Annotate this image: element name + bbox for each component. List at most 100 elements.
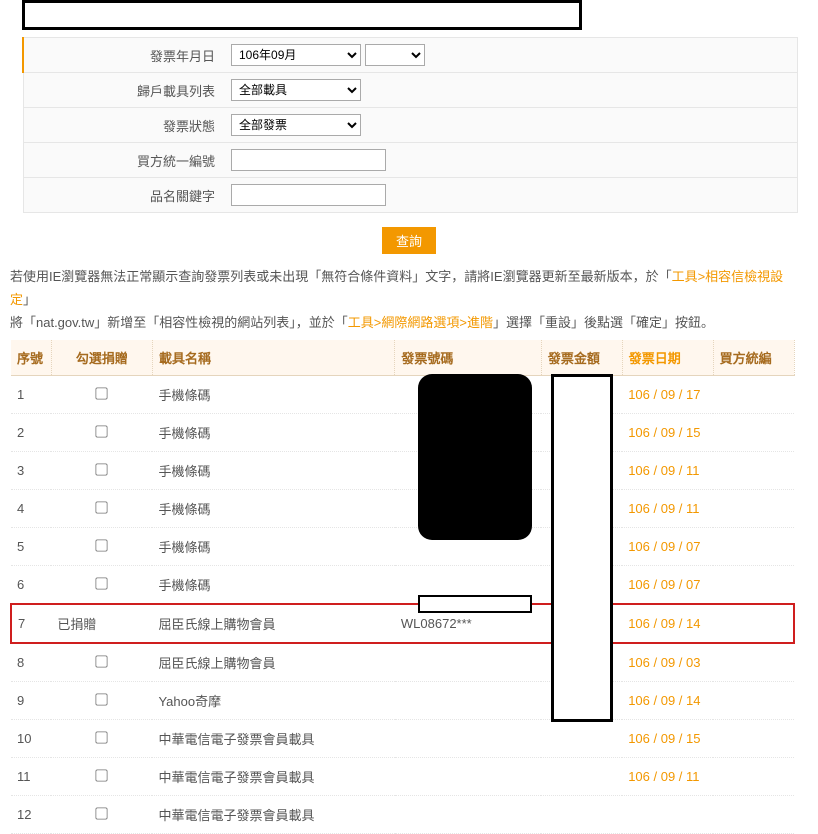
table-row: 12 中華電信電子發票會員載具 [11, 796, 794, 834]
cell-invoice-number [395, 758, 541, 796]
cell-invoice-date: 106 / 09 / 11 [622, 758, 713, 796]
cell-select [51, 490, 152, 528]
query-button[interactable]: 查詢 [382, 227, 436, 254]
table-row: 9 Yahoo奇摩 106 / 09 / 14 [11, 682, 794, 720]
cell-carrier-name: 手機條碼 [152, 566, 394, 605]
cell-invoice-date: 106 / 09 / 11 [622, 452, 713, 490]
cell-select [51, 414, 152, 452]
redacted-invoice-number-row8 [418, 595, 532, 613]
results-table: 序號 勾選捐贈 載具名稱 發票號碼 發票金額 發票日期 買方統編 1 手機條碼 10… [10, 340, 795, 834]
cell-invoice-date: 106 / 09 / 14 [622, 682, 713, 720]
donate-checkbox[interactable] [96, 577, 108, 589]
cell-invoice-amount [541, 758, 622, 796]
cell-invoice-amount [541, 720, 622, 758]
cell-carrier-name: 手機條碼 [152, 452, 394, 490]
donate-checkbox[interactable] [96, 655, 108, 667]
col-select: 勾選捐贈 [51, 340, 152, 376]
cell-seq: 12 [11, 796, 51, 834]
table-row: 6 手機條碼 106 / 09 / 07 [11, 566, 794, 605]
cell-invoice-amount [541, 796, 622, 834]
cell-invoice-date: 106 / 09 / 07 [622, 528, 713, 566]
cell-buyer-bn [713, 566, 794, 605]
cell-carrier-name: 中華電信電子發票會員載具 [152, 796, 394, 834]
col-buyer-bn: 買方統編 [713, 340, 794, 376]
donate-checkbox[interactable] [96, 539, 108, 551]
cell-carrier-name: 屈臣氏線上購物會員 [152, 643, 394, 682]
donate-checkbox[interactable] [96, 501, 108, 513]
cell-buyer-bn [713, 720, 794, 758]
label-buyer-bn: 買方統一編號 [23, 143, 223, 178]
label-product-keyword: 品名關鍵字 [23, 178, 223, 213]
donate-checkbox[interactable] [96, 425, 108, 437]
cell-select [51, 758, 152, 796]
cell-seq: 5 [11, 528, 51, 566]
table-row: 7已捐贈屈臣氏線上購物會員WL08672***106 / 09 / 14 [11, 604, 794, 643]
cell-invoice-date: 106 / 09 / 17 [622, 376, 713, 414]
table-row: 1 手機條碼 106 / 09 / 17 [11, 376, 794, 414]
col-invoice-amount: 發票金額 [541, 340, 622, 376]
select-day[interactable] [365, 44, 425, 66]
input-buyer-bn[interactable] [231, 149, 386, 171]
cell-buyer-bn [713, 376, 794, 414]
donate-checkbox[interactable] [96, 807, 108, 819]
donate-checkbox[interactable] [96, 387, 108, 399]
table-row: 2手機條碼106 / 09 / 15 [11, 414, 794, 452]
cell-seq: 7 [11, 604, 51, 643]
cell-select [51, 452, 152, 490]
cell-carrier-name: 手機條碼 [152, 490, 394, 528]
cell-buyer-bn [713, 796, 794, 834]
search-form: 發票年月日 106年09月 歸戶載具列表 全部載具 發票狀態 全部發票 買方統一… [22, 37, 798, 213]
cell-seq: 4 [11, 490, 51, 528]
cell-seq: 1 [11, 376, 51, 414]
col-carrier-name: 載具名稱 [152, 340, 394, 376]
col-invoice-date: 發票日期 [622, 340, 713, 376]
cell-invoice-date: 106 / 09 / 07 [622, 566, 713, 605]
cell-carrier-name: 屈臣氏線上購物會員 [152, 604, 394, 643]
table-row: 11中華電信電子發票會員載具106 / 09 / 11 [11, 758, 794, 796]
cell-invoice-date [622, 796, 713, 834]
cell-select [51, 643, 152, 682]
cell-invoice-number [395, 643, 541, 682]
cell-invoice-number [395, 720, 541, 758]
col-seq: 序號 [11, 340, 51, 376]
cell-seq: 6 [11, 566, 51, 605]
input-keyword[interactable] [231, 184, 386, 206]
cell-carrier-name: Yahoo奇摩 [152, 682, 394, 720]
redacted-invoice-amounts [551, 374, 613, 722]
cell-select [51, 720, 152, 758]
cell-select [51, 796, 152, 834]
cell-buyer-bn [713, 604, 794, 643]
cell-select [51, 528, 152, 566]
cell-seq: 11 [11, 758, 51, 796]
donated-label: 已捐贈 [57, 617, 96, 632]
select-year-month[interactable]: 106年09月 [231, 44, 361, 66]
cell-invoice-date: 106 / 09 / 03 [622, 643, 713, 682]
cell-buyer-bn [713, 643, 794, 682]
cell-carrier-name: 手機條碼 [152, 376, 394, 414]
select-carrier[interactable]: 全部載具 [231, 79, 361, 101]
cell-select: 已捐贈 [51, 604, 152, 643]
cell-invoice-number [395, 682, 541, 720]
table-row: 10中華電信電子發票會員載具106 / 09 / 15 [11, 720, 794, 758]
donate-checkbox[interactable] [96, 731, 108, 743]
redacted-header-box [22, 0, 582, 30]
cell-invoice-date: 106 / 09 / 11 [622, 490, 713, 528]
select-status[interactable]: 全部發票 [231, 114, 361, 136]
cell-carrier-name: 中華電信電子發票會員載具 [152, 720, 394, 758]
cell-select [51, 566, 152, 605]
cell-select [51, 376, 152, 414]
cell-buyer-bn [713, 682, 794, 720]
donate-checkbox[interactable] [96, 463, 108, 475]
label-invoice-date: 發票年月日 [23, 38, 223, 73]
table-row: 4 手機條碼 106 / 09 / 11 [11, 490, 794, 528]
cell-seq: 3 [11, 452, 51, 490]
donate-checkbox[interactable] [96, 769, 108, 781]
compatibility-note: 若使用IE瀏覽器無法正常顯示查詢發票列表或未出現「無符合條件資料」文字，請將IE… [10, 266, 804, 334]
cell-select [51, 682, 152, 720]
cell-carrier-name: 手機條碼 [152, 414, 394, 452]
col-invoice-number: 發票號碼 [395, 340, 541, 376]
cell-seq: 9 [11, 682, 51, 720]
label-invoice-status: 發票狀態 [23, 108, 223, 143]
donate-checkbox[interactable] [96, 693, 108, 705]
cell-buyer-bn [713, 414, 794, 452]
